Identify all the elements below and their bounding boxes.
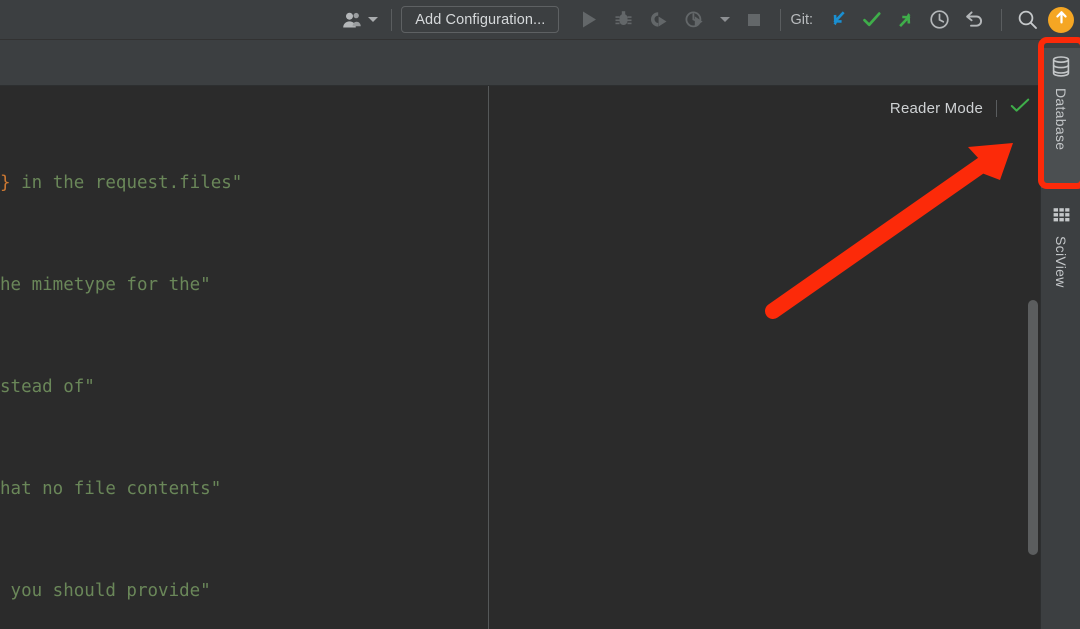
editor-pane-left[interactable]: } in the request.files" he mimetype for … xyxy=(0,86,488,629)
upload-arrow-up-icon xyxy=(1054,10,1069,30)
git-label: Git: xyxy=(790,12,813,28)
code-token: } xyxy=(0,173,11,193)
toolbar-divider-2 xyxy=(780,9,781,31)
git-commit-check-icon[interactable] xyxy=(855,5,889,35)
git-push-arrow-up-icon[interactable] xyxy=(889,5,922,35)
sidebar-item-database[interactable]: Database xyxy=(1041,48,1080,188)
run-with-coverage-icon[interactable] xyxy=(641,5,677,35)
code-line: } in the request.files" xyxy=(0,166,242,200)
main-toolbar: Add Configuration... xyxy=(0,0,1080,40)
upload-button[interactable] xyxy=(1048,7,1074,33)
git-update-arrow-down-icon[interactable] xyxy=(822,5,855,35)
scrollbar-thumb[interactable] xyxy=(1028,300,1038,555)
search-magnifier-icon[interactable] xyxy=(1011,5,1044,35)
code-line: he mimetype for the" xyxy=(0,268,242,302)
grid-table-icon xyxy=(1052,206,1071,230)
toolbar-divider-1 xyxy=(391,9,392,31)
reader-mode-label: Reader Mode xyxy=(890,100,983,117)
profile-dropdown-caret[interactable] xyxy=(713,5,737,35)
code-token: hat no file contents" xyxy=(0,479,221,499)
share-users-button[interactable] xyxy=(334,5,382,35)
code-content: } in the request.files" he mimetype for … xyxy=(0,98,242,629)
ide-window: Add Configuration... xyxy=(0,0,1080,629)
code-token: he mimetype for the" xyxy=(0,275,211,295)
people-icon xyxy=(338,5,366,35)
profile-icon[interactable] xyxy=(677,5,713,35)
editor-tab-strip xyxy=(0,40,1080,86)
code-line: hat no file contents" xyxy=(0,472,242,506)
code-token: you should provide" xyxy=(0,581,211,601)
editor-vertical-scrollbar[interactable] xyxy=(1026,86,1040,629)
sidebar-item-database-label: Database xyxy=(1053,88,1069,150)
chevron-down-icon xyxy=(720,17,730,22)
editor-area: } in the request.files" he mimetype for … xyxy=(0,86,1040,629)
rollback-undo-icon[interactable] xyxy=(957,5,992,35)
sidebar-item-sciview[interactable]: SciView xyxy=(1041,198,1080,324)
run-play-icon[interactable] xyxy=(573,5,606,35)
debug-bug-icon[interactable] xyxy=(606,5,641,35)
toolbar-divider-3 xyxy=(1001,9,1002,31)
checkmark-icon[interactable] xyxy=(1010,97,1030,119)
reader-mode-divider xyxy=(996,100,997,117)
right-tool-sidebar: Database SciView xyxy=(1040,40,1080,629)
sidebar-item-sciview-label: SciView xyxy=(1053,236,1069,288)
add-configuration-button[interactable]: Add Configuration... xyxy=(401,6,559,33)
chevron-down-icon xyxy=(368,17,378,22)
code-token: in the request.files" xyxy=(11,173,243,193)
reader-mode-widget[interactable]: Reader Mode xyxy=(890,96,1030,120)
code-line: you should provide" xyxy=(0,574,242,608)
history-clock-icon[interactable] xyxy=(922,5,957,35)
code-line: stead of" xyxy=(0,370,242,404)
database-cylinder-icon xyxy=(1051,56,1071,82)
editor-pane-right[interactable] xyxy=(489,86,1040,629)
code-token: stead of" xyxy=(0,377,95,397)
stop-square-icon[interactable] xyxy=(737,5,771,35)
